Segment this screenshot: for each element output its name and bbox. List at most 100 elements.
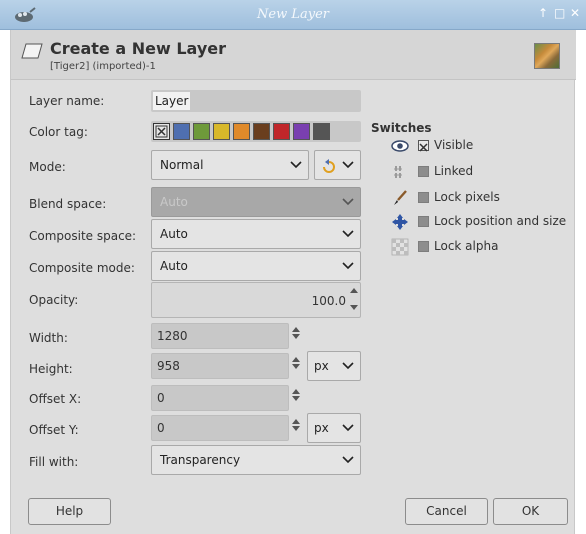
mode-switch-combo[interactable]	[314, 150, 361, 180]
lock-pixels-checkbox[interactable]	[418, 192, 429, 203]
offset-unit-combo[interactable]: px	[307, 413, 361, 443]
width-value: 1280	[157, 329, 188, 343]
new-layer-icon	[21, 43, 43, 59]
height-input[interactable]: 958	[151, 353, 289, 379]
offset-x-input[interactable]: 0	[151, 385, 289, 411]
switches-heading: Switches	[371, 121, 432, 135]
offset-y-input[interactable]: 0	[151, 415, 289, 441]
composite-mode-combo[interactable]: Auto	[151, 251, 361, 281]
fill-with-value: Transparency	[160, 453, 241, 467]
spin-up-icon[interactable]	[292, 357, 300, 362]
close-icon[interactable]: ✕	[570, 6, 580, 20]
chevron-down-icon	[342, 198, 354, 206]
cancel-button[interactable]: Cancel	[405, 498, 488, 525]
image-thumbnail	[534, 43, 560, 69]
offset-y-label: Offset Y:	[29, 423, 79, 437]
color-tag-swatch[interactable]	[313, 123, 330, 140]
fill-with-combo[interactable]: Transparency	[151, 445, 361, 475]
spin-down-icon[interactable]	[292, 426, 300, 431]
color-tag-swatch[interactable]	[253, 123, 270, 140]
color-tag-none[interactable]	[153, 123, 170, 140]
offset-unit-value: px	[314, 421, 329, 435]
composite-space-value: Auto	[160, 227, 188, 241]
height-spin-buttons[interactable]	[290, 355, 302, 371]
layer-name-label: Layer name:	[29, 94, 105, 108]
lock-alpha-checkbox[interactable]	[418, 241, 429, 252]
eye-icon	[391, 140, 409, 152]
dialog-title: Create a New Layer	[50, 39, 226, 58]
linked-label: Linked	[434, 164, 474, 178]
spin-down-icon[interactable]	[350, 305, 358, 310]
window-titlebar[interactable]: New Layer ↑ □ ✕	[0, 0, 586, 30]
color-tag-swatch[interactable]	[273, 123, 290, 140]
visible-checkbox[interactable]	[418, 140, 429, 152]
opacity-scale[interactable]: 100.0	[151, 282, 361, 318]
spin-up-icon[interactable]	[292, 389, 300, 394]
offset-y-value: 0	[157, 421, 165, 435]
spin-up-icon[interactable]	[292, 327, 300, 332]
spin-up-icon[interactable]	[350, 288, 358, 293]
size-unit-value: px	[314, 359, 329, 373]
offset-x-value: 0	[157, 391, 165, 405]
chain-icon	[394, 166, 402, 178]
height-label: Height:	[29, 362, 73, 376]
width-input[interactable]: 1280	[151, 323, 289, 349]
color-tag-swatch[interactable]	[173, 123, 190, 140]
window-title: New Layer	[257, 7, 329, 22]
spin-down-icon[interactable]	[292, 396, 300, 401]
lock-position-label: Lock position and size	[434, 214, 567, 228]
color-tag-swatch[interactable]	[233, 123, 250, 140]
lock-position-checkbox[interactable]	[418, 216, 429, 227]
chevron-down-icon	[342, 262, 354, 270]
ok-button[interactable]: OK	[493, 498, 568, 525]
offset-x-label: Offset X:	[29, 392, 82, 406]
chevron-down-icon	[342, 456, 354, 464]
offset-x-spin-buttons[interactable]	[290, 387, 302, 403]
image-name: [Tiger2] (imported)-1	[50, 61, 156, 72]
visible-label: Visible	[434, 138, 474, 152]
composite-space-combo[interactable]: Auto	[151, 219, 361, 249]
color-tag-swatch[interactable]	[293, 123, 310, 140]
offset-y-spin-buttons[interactable]	[290, 417, 302, 433]
linked-checkbox[interactable]	[418, 166, 429, 177]
opacity-label: Opacity:	[29, 293, 79, 307]
paintbrush-icon	[394, 190, 407, 205]
help-button[interactable]: Help	[28, 498, 111, 525]
maximize-icon[interactable]: □	[554, 6, 565, 20]
color-tag-swatch[interactable]	[193, 123, 210, 140]
mode-combo[interactable]: Normal	[151, 150, 309, 180]
opacity-spin-buttons[interactable]	[348, 286, 360, 312]
blend-space-combo: Auto	[151, 187, 361, 217]
width-spin-buttons[interactable]	[290, 325, 302, 341]
color-tag-swatch[interactable]	[213, 123, 230, 140]
keep-above-icon[interactable]: ↑	[538, 6, 548, 20]
layer-name-value: Layer	[153, 92, 191, 110]
checkmark-icon	[419, 143, 428, 152]
color-tag-label: Color tag:	[29, 125, 88, 139]
lock-pixels-label: Lock pixels	[434, 190, 500, 204]
chevron-down-icon	[342, 424, 354, 432]
spin-down-icon[interactable]	[292, 364, 300, 369]
size-unit-combo[interactable]: px	[307, 351, 361, 381]
none-tag-icon	[155, 125, 168, 138]
mode-label: Mode:	[29, 160, 66, 174]
spin-down-icon[interactable]	[292, 334, 300, 339]
chevron-down-icon	[342, 161, 354, 169]
chevron-down-icon	[342, 230, 354, 238]
width-label: Width:	[29, 331, 68, 345]
spin-up-icon[interactable]	[292, 419, 300, 424]
layer-name-input[interactable]: Layer	[151, 90, 361, 112]
height-value: 958	[157, 359, 180, 373]
blend-space-value: Auto	[160, 195, 188, 209]
legacy-mode-icon	[323, 159, 335, 173]
composite-mode-value: Auto	[160, 259, 188, 273]
lock-alpha-label: Lock alpha	[434, 239, 499, 253]
composite-space-label: Composite space:	[29, 229, 137, 243]
blend-space-label: Blend space:	[29, 197, 107, 211]
checkerboard-icon	[391, 238, 409, 256]
new-layer-dialog: Create a New Layer [Tiger2] (imported)-1…	[10, 30, 576, 534]
chevron-down-icon	[290, 161, 302, 169]
mode-value: Normal	[160, 158, 204, 172]
fill-with-label: Fill with:	[29, 455, 79, 469]
dialog-header: Create a New Layer [Tiger2] (imported)-1	[11, 30, 576, 80]
